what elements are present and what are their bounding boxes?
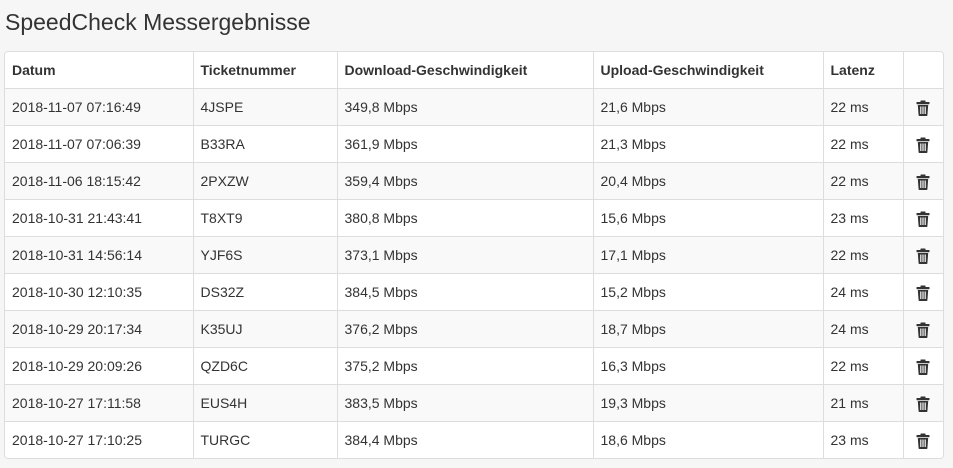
cell-ticket: 4JSPE [193,88,338,126]
cell-ticket: EUS4H [193,384,338,422]
cell-upload: 16,3 Mbps [593,347,824,385]
cell-action [903,421,943,458]
trash-icon[interactable] [916,433,930,449]
cell-upload: 18,6 Mbps [593,421,824,458]
cell-latency: 22 ms [823,347,904,385]
cell-ticket: T8XT9 [193,199,338,237]
trash-icon[interactable] [916,211,930,227]
table-header: Datum Ticketnummer Download-Geschwindigk… [5,52,943,89]
trash-icon[interactable] [916,396,930,412]
cell-upload: 19,3 Mbps [593,384,824,422]
cell-action [903,125,943,163]
column-header-datum: Datum [5,52,194,89]
table-row: 2018-10-31 21:43:41 T8XT9 380,8 Mbps 15,… [5,199,943,237]
column-header-upload: Upload-Geschwindigkeit [593,52,824,89]
cell-download: 361,9 Mbps [337,125,594,163]
cell-download: 373,1 Mbps [337,236,594,274]
cell-latency: 23 ms [823,421,904,458]
table-row: 2018-11-07 07:16:49 4JSPE 349,8 Mbps 21,… [5,88,943,126]
cell-action [903,199,943,237]
table-row: 2018-11-07 07:06:39 B33RA 361,9 Mbps 21,… [5,125,943,163]
cell-datum: 2018-10-29 20:17:34 [5,310,194,348]
cell-download: 375,2 Mbps [337,347,594,385]
cell-datum: 2018-10-30 12:10:35 [5,273,194,311]
cell-action [903,162,943,200]
results-table-panel: Datum Ticketnummer Download-Geschwindigk… [4,51,944,459]
trash-icon[interactable] [916,322,930,338]
cell-datum: 2018-11-07 07:06:39 [5,125,194,163]
cell-latency: 22 ms [823,162,904,200]
column-header-actions [903,52,943,89]
cell-datum: 2018-10-29 20:09:26 [5,347,194,385]
trash-icon[interactable] [916,100,930,116]
table-row: 2018-10-29 20:17:34 K35UJ 376,2 Mbps 18,… [5,310,943,348]
cell-action [903,88,943,126]
cell-download: 359,4 Mbps [337,162,594,200]
trash-icon[interactable] [916,174,930,190]
table-row: 2018-11-06 18:15:42 2PXZW 359,4 Mbps 20,… [5,162,943,200]
cell-action [903,384,943,422]
cell-datum: 2018-11-06 18:15:42 [5,162,194,200]
cell-upload: 21,3 Mbps [593,125,824,163]
cell-action [903,236,943,274]
table-row: 2018-10-30 12:10:35 DS32Z 384,5 Mbps 15,… [5,273,943,311]
table-row: 2018-10-31 14:56:14 YJF6S 373,1 Mbps 17,… [5,236,943,274]
cell-datum: 2018-11-07 07:16:49 [5,88,194,126]
cell-ticket: 2PXZW [193,162,338,200]
cell-ticket: YJF6S [193,236,338,274]
cell-latency: 22 ms [823,125,904,163]
cell-latency: 24 ms [823,273,904,311]
trash-icon[interactable] [916,359,930,375]
cell-datum: 2018-10-31 21:43:41 [5,199,194,237]
cell-latency: 24 ms [823,310,904,348]
cell-action [903,310,943,348]
cell-download: 384,4 Mbps [337,421,594,458]
cell-upload: 18,7 Mbps [593,310,824,348]
cell-action [903,273,943,311]
cell-ticket: DS32Z [193,273,338,311]
cell-ticket: QZD6C [193,347,338,385]
trash-icon[interactable] [916,137,930,153]
cell-upload: 15,6 Mbps [593,199,824,237]
table-body: 2018-11-07 07:16:49 4JSPE 349,8 Mbps 21,… [5,88,943,458]
cell-upload: 20,4 Mbps [593,162,824,200]
column-header-ticket: Ticketnummer [193,52,338,89]
cell-latency: 22 ms [823,236,904,274]
cell-latency: 22 ms [823,88,904,126]
header-row: Datum Ticketnummer Download-Geschwindigk… [5,52,943,89]
table-row: 2018-10-29 20:09:26 QZD6C 375,2 Mbps 16,… [5,347,943,385]
cell-datum: 2018-10-27 17:11:58 [5,384,194,422]
cell-upload: 21,6 Mbps [593,88,824,126]
trash-icon[interactable] [916,285,930,301]
cell-download: 376,2 Mbps [337,310,594,348]
table-row: 2018-10-27 17:10:25 TURGC 384,4 Mbps 18,… [5,421,943,458]
cell-datum: 2018-10-31 14:56:14 [5,236,194,274]
cell-download: 384,5 Mbps [337,273,594,311]
table-row: 2018-10-27 17:11:58 EUS4H 383,5 Mbps 19,… [5,384,943,422]
cell-action [903,347,943,385]
trash-icon[interactable] [916,248,930,264]
results-table: Datum Ticketnummer Download-Geschwindigk… [5,52,943,458]
cell-download: 349,8 Mbps [337,88,594,126]
page-title: SpeedCheck Messergebnisse [5,9,311,35]
cell-latency: 23 ms [823,199,904,237]
cell-ticket: K35UJ [193,310,338,348]
cell-download: 383,5 Mbps [337,384,594,422]
cell-ticket: TURGC [193,421,338,458]
cell-upload: 15,2 Mbps [593,273,824,311]
cell-latency: 21 ms [823,384,904,422]
cell-datum: 2018-10-27 17:10:25 [5,421,194,458]
cell-upload: 17,1 Mbps [593,236,824,274]
column-header-download: Download-Geschwindigkeit [337,52,594,89]
cell-ticket: B33RA [193,125,338,163]
column-header-latency: Latenz [823,52,904,89]
cell-download: 380,8 Mbps [337,199,594,237]
